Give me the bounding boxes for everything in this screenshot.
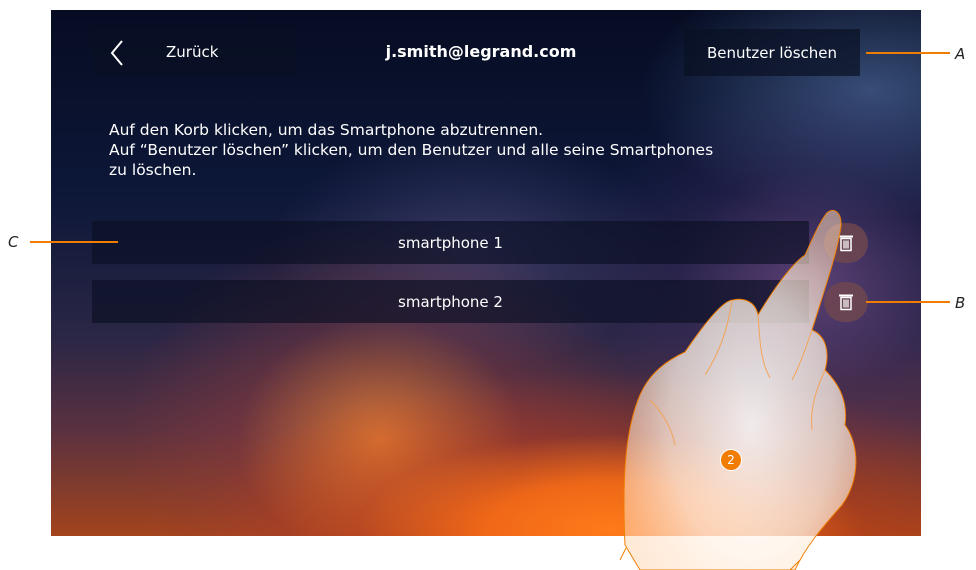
callout-label-c: C: [8, 233, 19, 251]
callout-label-b: B: [955, 294, 966, 312]
back-button-label: Zurück: [166, 43, 219, 61]
delete-smartphone-1-button[interactable]: [824, 223, 868, 263]
smartphone-row-label: smartphone 2: [398, 292, 503, 311]
instructions-line-2: Auf “Benutzer löschen” klicken, um den B…: [109, 141, 714, 159]
instructions-text: Auf den Korb klicken, um das Smartphone …: [109, 120, 879, 180]
smartphone-row-2[interactable]: smartphone 2: [92, 280, 809, 323]
trash-icon: [839, 235, 853, 252]
page-title: j.smith@legrand.com: [385, 42, 577, 61]
smartphone-row-1[interactable]: smartphone 1: [92, 221, 809, 264]
chevron-left-icon: [110, 40, 123, 66]
back-button[interactable]: Zurück: [92, 29, 296, 76]
instructions-line-3: zu löschen.: [109, 161, 197, 179]
instructions-line-1: Auf den Korb klicken, um das Smartphone …: [109, 121, 544, 139]
device-screen: Zurück j.smith@legrand.com Benutzer lösc…: [51, 10, 921, 536]
delete-user-button[interactable]: Benutzer löschen: [684, 29, 860, 76]
delete-user-button-label: Benutzer löschen: [706, 43, 838, 62]
trash-icon: [839, 294, 853, 311]
delete-smartphone-2-button[interactable]: [824, 282, 868, 322]
step-number-badge: 2: [720, 449, 742, 471]
smartphone-row-label: smartphone 1: [398, 233, 503, 252]
callout-label-a: A: [955, 45, 966, 63]
